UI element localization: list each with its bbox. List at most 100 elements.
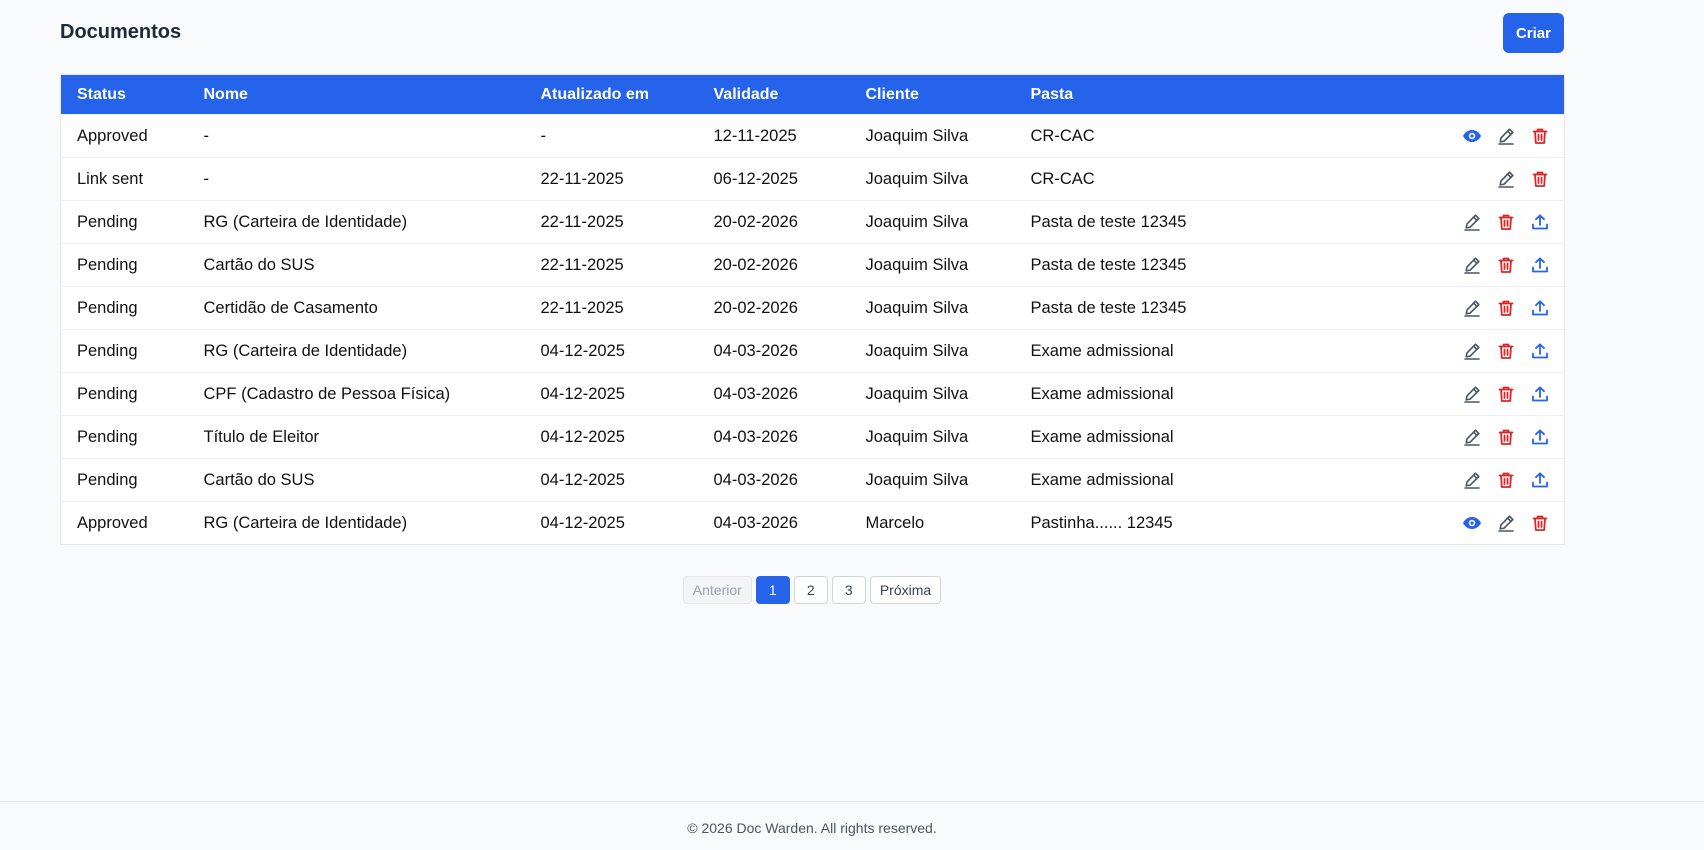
row-actions bbox=[1314, 501, 1565, 545]
column-header-cliente[interactable]: Cliente bbox=[850, 75, 1015, 115]
delete-button[interactable] bbox=[1496, 212, 1516, 232]
cell-atualizado: 04-12-2025 bbox=[524, 501, 698, 545]
edit-button[interactable] bbox=[1462, 470, 1482, 490]
delete-button[interactable] bbox=[1496, 470, 1516, 490]
upload-button[interactable] bbox=[1530, 341, 1550, 361]
cell-cliente: Joaquim Silva bbox=[849, 157, 1015, 201]
upload-icon bbox=[1530, 470, 1550, 490]
edit-button[interactable] bbox=[1462, 212, 1482, 232]
delete-button[interactable] bbox=[1496, 384, 1516, 404]
cell-pasta: Exame admissional bbox=[1014, 458, 1315, 502]
cell-validade: 04-03-2026 bbox=[697, 329, 850, 373]
edit-button[interactable] bbox=[1496, 169, 1516, 189]
delete-button[interactable] bbox=[1496, 298, 1516, 318]
cell-cliente: Marcelo bbox=[849, 501, 1015, 545]
column-header-nome[interactable]: Nome bbox=[188, 75, 525, 115]
pagination-next-button[interactable]: Próxima bbox=[869, 576, 942, 604]
cell-validade: 12-11-2025 bbox=[697, 114, 850, 158]
view-button[interactable] bbox=[1462, 513, 1482, 533]
cell-pasta: Exame admissional bbox=[1014, 372, 1315, 416]
view-icon bbox=[1462, 126, 1482, 146]
delete-icon bbox=[1496, 470, 1516, 490]
cell-status: Pending bbox=[60, 415, 188, 459]
upload-button[interactable] bbox=[1530, 255, 1550, 275]
cell-cliente: Joaquim Silva bbox=[849, 415, 1015, 459]
delete-button[interactable] bbox=[1496, 427, 1516, 447]
cell-atualizado: 22-11-2025 bbox=[524, 157, 698, 201]
cell-cliente: Joaquim Silva bbox=[849, 200, 1015, 244]
cell-nome: RG (Carteira de Identidade) bbox=[187, 329, 525, 373]
column-header-pasta[interactable]: Pasta bbox=[1015, 75, 1315, 115]
edit-icon bbox=[1462, 427, 1482, 447]
table-row[interactable]: Pending RG (Carteira de Identidade) 22-11-… bbox=[60, 200, 1565, 244]
edit-button[interactable] bbox=[1462, 255, 1482, 275]
create-button[interactable]: Criar bbox=[1502, 13, 1564, 53]
cell-validade: 20-02-2026 bbox=[697, 200, 850, 244]
table-row[interactable]: Pending Título de Eleitor 04-12-2025 04-03-… bbox=[60, 415, 1565, 459]
cell-atualizado: 04-12-2025 bbox=[524, 458, 698, 502]
upload-icon bbox=[1530, 255, 1550, 275]
column-header-atualizado[interactable]: Atualizado em bbox=[525, 75, 698, 115]
delete-icon bbox=[1530, 513, 1550, 533]
table-row[interactable]: Approved - -12-11-2025 Joaquim Silva CR-CAC bbox=[60, 114, 1565, 158]
cell-nome: Cartão do SUS bbox=[187, 458, 525, 502]
view-button[interactable] bbox=[1462, 126, 1482, 146]
cell-status: Pending bbox=[60, 286, 188, 330]
table-row[interactable]: Pending CPF (Cadastro de Pessoa Física) 04… bbox=[60, 372, 1565, 416]
column-header-actions bbox=[1315, 75, 1565, 115]
pagination-page-3[interactable]: 3 bbox=[831, 576, 866, 604]
row-actions bbox=[1314, 372, 1565, 416]
delete-icon bbox=[1496, 341, 1516, 361]
pagination: Anterior 1 2 3 Próxima bbox=[60, 576, 1564, 604]
upload-button[interactable] bbox=[1530, 212, 1550, 232]
cell-nome: Certidão de Casamento bbox=[187, 286, 525, 330]
table-row[interactable]: Link sent -22-11-2025 06-12-2025 Joaquim Si… bbox=[60, 157, 1565, 201]
edit-button[interactable] bbox=[1496, 513, 1516, 533]
cell-nome: RG (Carteira de Identidade) bbox=[187, 501, 525, 545]
edit-button[interactable] bbox=[1462, 341, 1482, 361]
cell-cliente: Joaquim Silva bbox=[849, 286, 1015, 330]
upload-button[interactable] bbox=[1530, 384, 1550, 404]
delete-button[interactable] bbox=[1496, 341, 1516, 361]
edit-icon bbox=[1462, 212, 1482, 232]
table-row[interactable]: Pending Cartão do SUS 22-11-2025 20-02-2026… bbox=[60, 243, 1565, 287]
edit-button[interactable] bbox=[1496, 126, 1516, 146]
cell-atualizado: 04-12-2025 bbox=[524, 329, 698, 373]
edit-button[interactable] bbox=[1462, 427, 1482, 447]
cell-cliente: Joaquim Silva bbox=[849, 458, 1015, 502]
table-row[interactable]: Pending Cartão do SUS 04-12-2025 04-03-2026… bbox=[60, 458, 1565, 502]
cell-atualizado: 04-12-2025 bbox=[524, 415, 698, 459]
table-row[interactable]: Approved RG (Carteira de Identidade) 04-12… bbox=[60, 501, 1565, 545]
delete-button[interactable] bbox=[1530, 126, 1550, 146]
pagination-page-1[interactable]: 1 bbox=[755, 576, 790, 604]
column-header-status[interactable]: Status bbox=[61, 75, 188, 115]
edit-icon bbox=[1496, 126, 1516, 146]
table-header-row: Status Nome Atualizado em Validade Clien… bbox=[60, 74, 1565, 115]
cell-status: Pending bbox=[60, 200, 188, 244]
upload-button[interactable] bbox=[1530, 470, 1550, 490]
cell-status: Pending bbox=[60, 458, 188, 502]
pagination-page-2[interactable]: 2 bbox=[793, 576, 828, 604]
cell-cliente: Joaquim Silva bbox=[849, 372, 1015, 416]
pagination-previous-button[interactable]: Anterior bbox=[682, 576, 752, 604]
delete-button[interactable] bbox=[1530, 513, 1550, 533]
edit-button[interactable] bbox=[1462, 384, 1482, 404]
cell-nome: - bbox=[187, 114, 525, 158]
table-row[interactable]: Pending Certidão de Casamento 22-11-2025 20… bbox=[60, 286, 1565, 330]
page-title: Documentos bbox=[60, 21, 182, 43]
cell-nome: CPF (Cadastro de Pessoa Física) bbox=[187, 372, 525, 416]
upload-icon bbox=[1530, 341, 1550, 361]
delete-button[interactable] bbox=[1530, 169, 1550, 189]
cell-status: Pending bbox=[60, 329, 188, 373]
delete-button[interactable] bbox=[1496, 255, 1516, 275]
edit-icon bbox=[1462, 298, 1482, 318]
cell-atualizado: 22-11-2025 bbox=[524, 200, 698, 244]
upload-button[interactable] bbox=[1530, 298, 1550, 318]
main-content: Documentos Criar Status Nome Atualizado … bbox=[60, 0, 1565, 604]
column-header-validade[interactable]: Validade bbox=[698, 75, 850, 115]
table-row[interactable]: Pending RG (Carteira de Identidade) 04-12-… bbox=[60, 329, 1565, 373]
cell-pasta: Pastinha...... 12345 bbox=[1014, 501, 1315, 545]
upload-button[interactable] bbox=[1530, 427, 1550, 447]
row-actions bbox=[1314, 157, 1565, 201]
edit-button[interactable] bbox=[1462, 298, 1482, 318]
